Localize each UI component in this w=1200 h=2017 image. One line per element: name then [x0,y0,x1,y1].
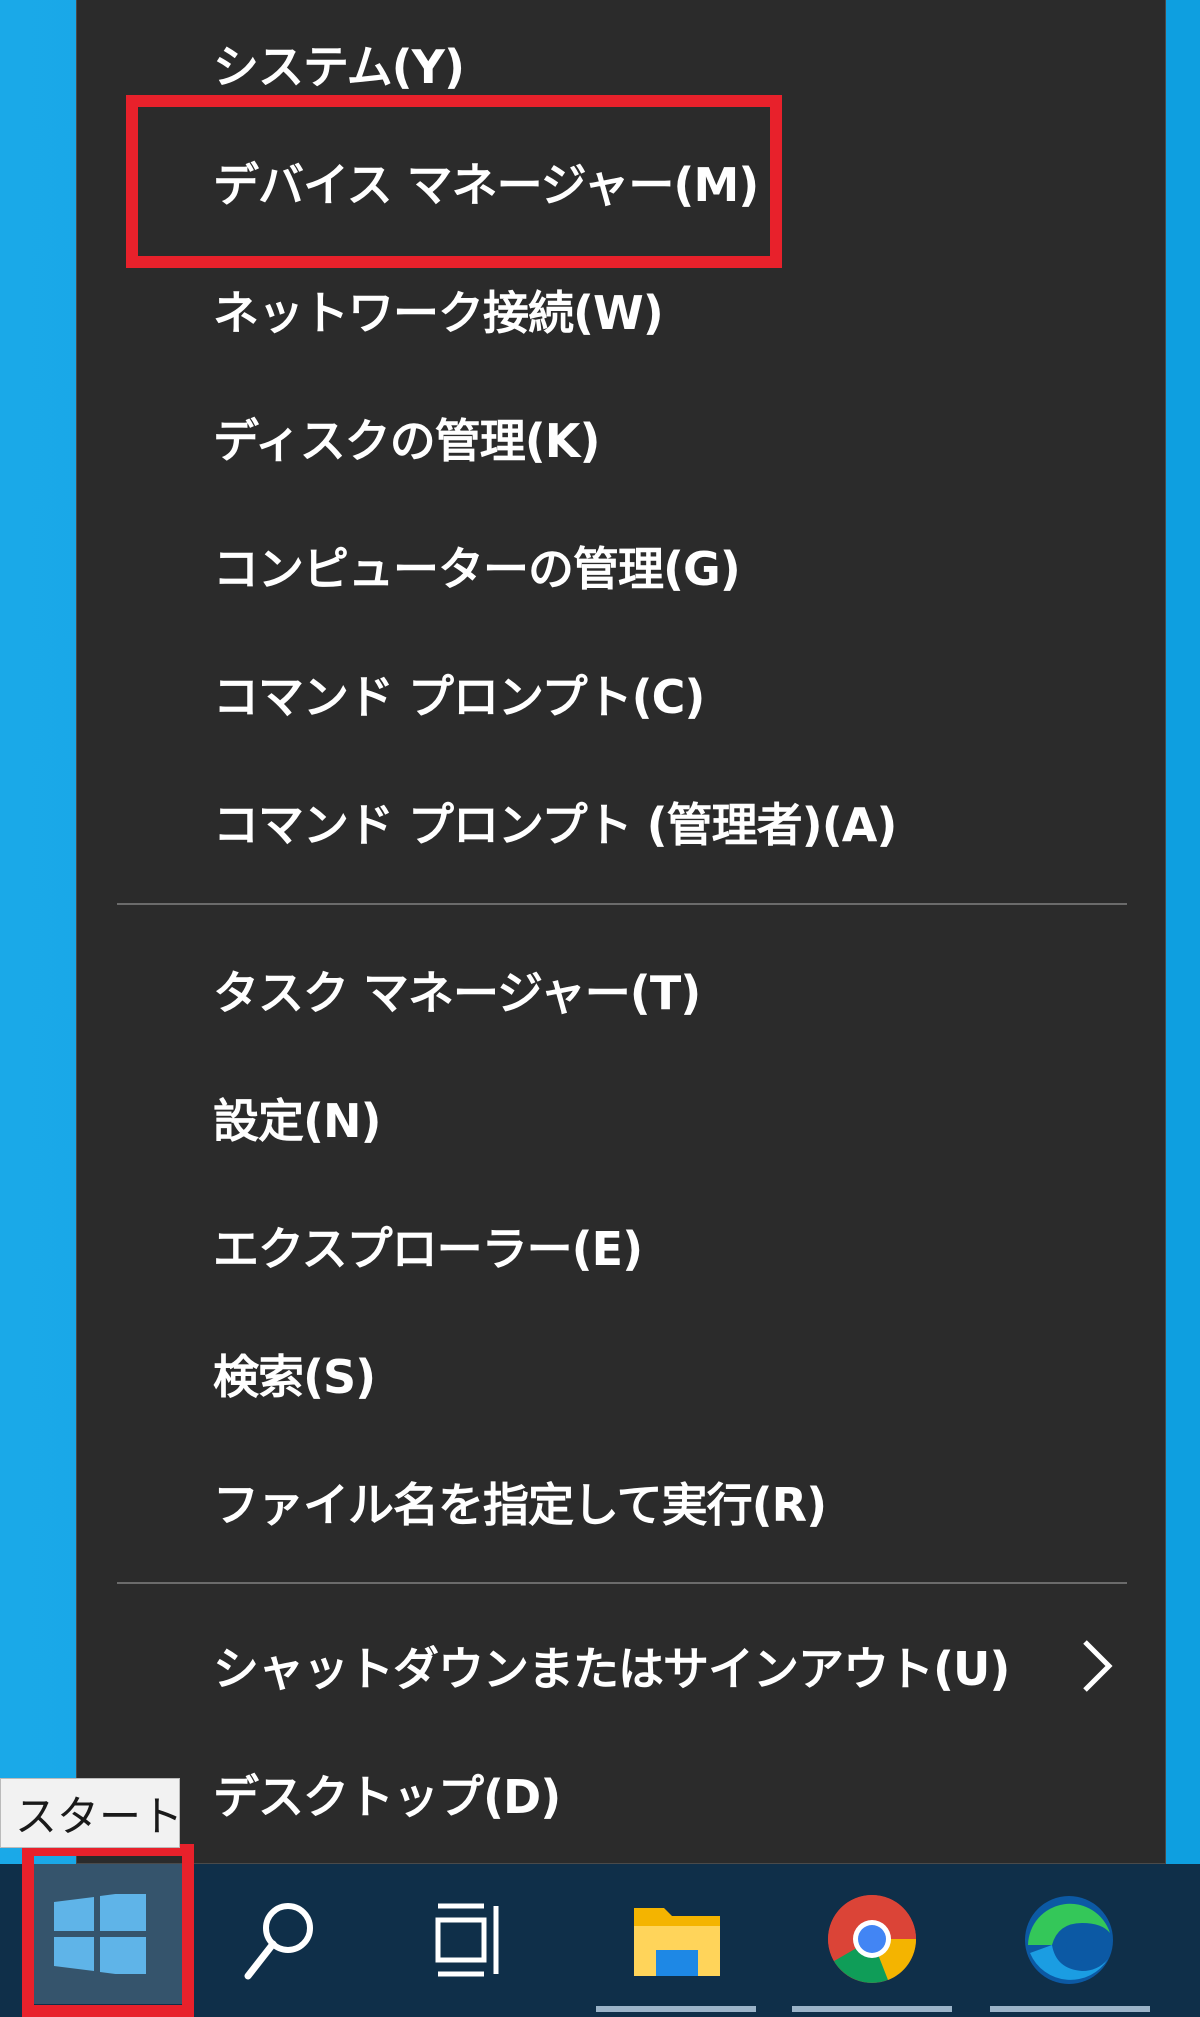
menu-item-label: 検索(S) [213,1350,376,1404]
menu-item-label: 設定(N) [213,1094,382,1148]
menu-item-run[interactable]: ファイル名を指定して実行(R) [77,1438,1165,1566]
menu-item-label: ネットワーク接続(W) [213,286,664,340]
menu-item-label: タスク マネージャー(T) [213,966,701,1020]
menu-item-desktop[interactable]: デスクトップ(D) [77,1730,1165,1858]
chevron-right-icon [1083,1640,1113,1692]
menu-item-explorer[interactable]: エクスプローラー(E) [77,1182,1165,1310]
menu-item-label: デスクトップ(D) [213,1770,561,1824]
menu-item-settings[interactable]: 設定(N) [77,1054,1165,1182]
winx-context-menu: システム(Y) デバイス マネージャー(M) ネットワーク接続(W) ディスクの… [76,0,1166,1864]
menu-item-label: システム(Y) [213,40,465,94]
menu-item-label: エクスプローラー(E) [213,1222,643,1276]
menu-separator [117,903,1127,905]
menu-item-command-prompt-admin[interactable]: コマンド プロンプト (管理者)(A) [77,758,1165,886]
menu-item-task-manager[interactable]: タスク マネージャー(T) [77,926,1165,1054]
menu-item-label: ディスクの管理(K) [213,414,600,468]
task-view-icon[interactable] [434,1900,510,1980]
running-indicator [990,2006,1150,2012]
edge-icon[interactable] [1022,1893,1116,1987]
menu-item-label: コマンド プロンプト (管理者)(A) [213,798,897,852]
device-manager-highlight [126,95,782,268]
menu-item-command-prompt[interactable]: コマンド プロンプト(C) [77,630,1165,758]
start-tooltip: スタート [0,1778,183,1848]
chrome-icon[interactable] [826,1893,918,1985]
menu-item-label: コンピューターの管理(G) [213,542,741,596]
running-indicator [596,2006,756,2012]
menu-item-search[interactable]: 検索(S) [77,1310,1165,1438]
menu-item-disk-management[interactable]: ディスクの管理(K) [77,374,1165,502]
menu-item-computer-management[interactable]: コンピューターの管理(G) [77,502,1165,630]
menu-separator [117,1582,1127,1584]
menu-item-label: シャットダウンまたはサインアウト(U) [213,1642,1010,1696]
menu-item-label: コマンド プロンプト(C) [213,670,705,724]
search-icon[interactable] [240,1896,320,1986]
start-highlight [22,1844,194,2017]
file-explorer-icon[interactable] [632,1898,722,1980]
running-indicator [792,2006,952,2012]
menu-item-label: ファイル名を指定して実行(R) [213,1478,827,1532]
menu-item-shutdown-signout[interactable]: シャットダウンまたはサインアウト(U) [77,1602,1165,1730]
